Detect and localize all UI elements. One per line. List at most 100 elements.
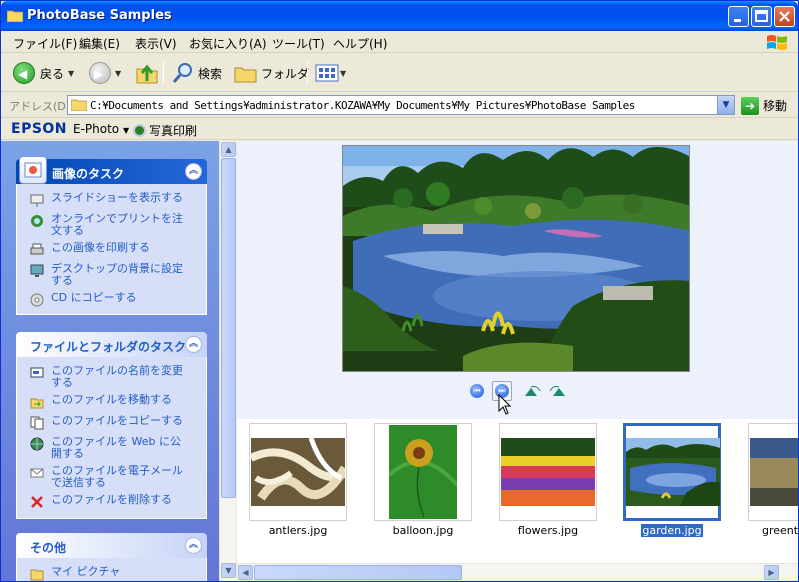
menu-help[interactable]: ヘルプ(H): [333, 35, 387, 52]
minimize-icon: [734, 19, 741, 22]
task-print-image[interactable]: この画像を印刷する: [29, 242, 206, 258]
views-button[interactable]: ▼: [315, 60, 346, 86]
maximize-button[interactable]: [751, 6, 772, 27]
thumbnail-label: balloon.jpg: [392, 524, 454, 537]
forward-dropdown-icon[interactable]: ▼: [115, 69, 121, 78]
task-delete[interactable]: このファイルを削除する: [29, 494, 206, 510]
task-publish-web[interactable]: このファイルを Web に公開する: [29, 436, 206, 460]
file-tasks-title: ファイルとフォルダのタスク: [30, 340, 187, 354]
collapse-chevron-icon[interactable]: ︽: [185, 163, 202, 180]
thumbnail-flowers[interactable]: [499, 423, 597, 521]
desktop-icon: [29, 263, 45, 279]
ephoto-menu[interactable]: E-Photo ▼: [73, 122, 129, 136]
rotate-clockwise-button[interactable]: [521, 381, 543, 401]
order-prints-icon: [29, 213, 45, 229]
previous-image-button[interactable]: ⏮: [467, 381, 487, 401]
rename-icon: [29, 365, 45, 381]
picture-tasks-icon: [19, 156, 47, 184]
task-order-prints[interactable]: オンラインでプリントを注文する: [29, 213, 206, 237]
other-body: マイ ピクチャ: [16, 558, 207, 581]
folders-icon: [234, 67, 257, 83]
go-button[interactable]: ➔ 移動: [741, 96, 787, 115]
epson-toolbar: EPSON E-Photo ▼ 写真印刷: [1, 119, 798, 140]
task-rename[interactable]: このファイルの名前を変更する: [29, 365, 206, 389]
thumbnail-antlers[interactable]: [249, 423, 347, 521]
title-bar[interactable]: PhotoBase Samples: [1, 1, 798, 31]
thumbnail-balloon[interactable]: [374, 423, 472, 521]
task-slideshow[interactable]: スライドショーを表示する: [29, 192, 206, 208]
slideshow-icon: [29, 192, 45, 208]
scroll-right-button[interactable]: ▶: [764, 565, 779, 580]
file-tasks-body: このファイルの名前を変更する このファイルを移動する このファイルをコピーする …: [16, 357, 207, 519]
folders-button[interactable]: フォルダ: [234, 60, 309, 86]
filmstrip: antlers.jpg balloon.jpg flowers.jpg gard…: [237, 419, 798, 563]
other-header[interactable]: その他 ︽: [16, 533, 207, 558]
image-tasks-header[interactable]: 画像のタスク ︽: [16, 156, 207, 184]
image-tasks-body: スライドショーを表示する オンラインでプリントを注文する この画像を印刷する デ…: [16, 184, 207, 315]
thumbnail-greentr[interactable]: [748, 423, 798, 521]
thumbnail-label: antlers.jpg: [268, 524, 328, 537]
address-input[interactable]: C:¥Documents and Settings¥administrator.…: [67, 95, 735, 115]
scroll-left-button[interactable]: ◀: [238, 565, 253, 580]
vertical-scrollbar[interactable]: ▲ ▼: [219, 141, 236, 581]
email-icon: [29, 465, 45, 481]
windows-logo-icon: [767, 35, 787, 50]
image-tasks-panel: 画像のタスク ︽ スライドショーを表示する オンラインでプリントを注文する この…: [16, 156, 207, 315]
menu-file[interactable]: ファイル(F): [13, 35, 77, 52]
task-email[interactable]: このファイルを電子メールで送信する: [29, 465, 206, 489]
close-button[interactable]: [774, 6, 795, 27]
file-tasks-header[interactable]: ファイルとフォルダのタスク ︽: [16, 332, 207, 357]
other-panel: その他 ︽ マイ ピクチャ: [16, 533, 207, 581]
balloon-image: [389, 425, 457, 519]
task-copy-cd[interactable]: CD にコピーする: [29, 292, 206, 308]
menu-favorites[interactable]: お気に入り(A): [189, 35, 267, 52]
up-folder-button[interactable]: [135, 60, 159, 86]
forward-button[interactable]: ▶ ▼: [89, 60, 121, 86]
collapse-chevron-icon[interactable]: ︽: [185, 537, 202, 554]
printer-icon: [29, 242, 45, 258]
back-label: 戻る: [40, 66, 65, 81]
task-move[interactable]: このファイルを移動する: [29, 394, 206, 410]
toolbar-separator: [307, 62, 308, 84]
copy-icon: [29, 415, 45, 431]
up-folder-icon: [136, 64, 158, 84]
rotate-right-icon: [525, 386, 541, 396]
ephoto-dropdown-icon: ▼: [122, 126, 130, 135]
task-copy[interactable]: このファイルをコピーする: [29, 415, 206, 431]
horizontal-scroll-thumb[interactable]: [254, 565, 462, 580]
address-dropdown-button[interactable]: ▼: [717, 96, 734, 114]
menu-tools[interactable]: ツール(T): [272, 35, 325, 52]
views-icon: [315, 64, 339, 82]
address-label: アドレス(D): [9, 100, 71, 113]
epson-logo: EPSON: [11, 121, 68, 137]
flowers-image: [501, 438, 595, 506]
menu-view[interactable]: 表示(V): [135, 35, 177, 52]
close-icon: [779, 11, 790, 22]
views-dropdown-icon[interactable]: ▼: [340, 69, 346, 78]
collapse-chevron-icon[interactable]: ︽: [185, 336, 202, 353]
scroll-thumb[interactable]: [221, 158, 236, 498]
horizontal-scrollbar[interactable]: ◀ ▶: [237, 563, 798, 580]
task-my-pictures[interactable]: マイ ピクチャ: [29, 566, 206, 581]
antlers-image: [251, 438, 345, 506]
address-path: C:¥Documents and Settings¥administrator.…: [90, 99, 635, 112]
forward-arrow-icon: ▶: [89, 62, 111, 84]
move-icon: [29, 394, 45, 410]
scroll-up-button[interactable]: ▲: [221, 142, 236, 157]
minimize-button[interactable]: [728, 6, 749, 27]
back-button[interactable]: ◀ 戻る ▼: [13, 60, 74, 86]
menu-edit[interactable]: 編集(E): [79, 35, 120, 52]
rotate-counterclockwise-button[interactable]: [547, 381, 569, 401]
task-set-background[interactable]: デスクトップの背景に設定する: [29, 263, 206, 287]
garden-image: [343, 146, 689, 371]
scroll-down-button[interactable]: ▼: [221, 563, 236, 578]
window-title: PhotoBase Samples: [27, 8, 172, 23]
photo-print-button[interactable]: 写真印刷: [133, 122, 197, 139]
rotate-left-icon: [549, 386, 565, 396]
thumbnail-garden[interactable]: [623, 423, 721, 521]
search-button[interactable]: 検索: [171, 60, 222, 86]
greentr-image: [750, 438, 798, 506]
back-dropdown-icon[interactable]: ▼: [68, 69, 74, 78]
mouse-cursor-icon: [498, 394, 512, 415]
task-pane: 画像のタスク ︽ スライドショーを表示する オンラインでプリントを注文する この…: [1, 141, 219, 581]
